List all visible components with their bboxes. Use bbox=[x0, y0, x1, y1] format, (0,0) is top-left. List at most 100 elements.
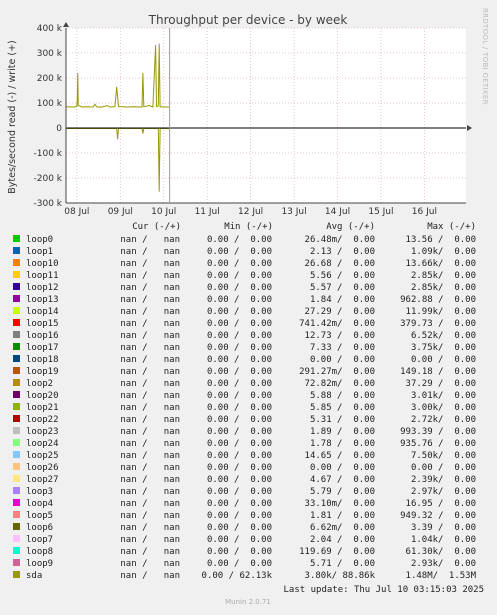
legend-header-avg: Avg (-/+) bbox=[326, 222, 375, 232]
legend-cur-loop3: nan / nan bbox=[120, 487, 180, 497]
legend-swatch-loop2 bbox=[13, 379, 20, 386]
x-tick-label: 10 Jul bbox=[151, 207, 176, 217]
legend-avg-loop19: 291.27m/ 0.00 bbox=[299, 367, 375, 377]
legend-cur-loop2: nan / nan bbox=[120, 379, 180, 389]
legend-name-loop17: loop17 bbox=[26, 343, 59, 353]
legend-avg-loop21: 5.85 / 0.00 bbox=[310, 403, 375, 413]
legend-min-loop18: 0.00 / 0.00 bbox=[207, 355, 272, 365]
legend-max-loop9: 2.93k/ 0.00 bbox=[411, 559, 476, 569]
legend-name-loop12: loop12 bbox=[26, 283, 59, 293]
legend-avg-loop25: 14.65 / 0.00 bbox=[305, 451, 375, 461]
legend-min-loop1: 0.00 / 0.00 bbox=[207, 247, 272, 257]
legend-name-loop22: loop22 bbox=[26, 415, 59, 425]
y-tick-label: 300 k bbox=[37, 49, 63, 59]
legend-header-cur: Cur (-/+) bbox=[132, 222, 181, 232]
legend-max-loop23: 993.39 / 0.00 bbox=[400, 427, 476, 437]
y-tick-label: 100 k bbox=[37, 99, 63, 109]
legend-cur-loop16: nan / nan bbox=[120, 331, 180, 341]
legend-min-loop24: 0.00 / 0.00 bbox=[207, 439, 272, 449]
legend-cur-loop1: nan / nan bbox=[120, 247, 180, 257]
legend-cur-loop13: nan / nan bbox=[120, 295, 180, 305]
legend-avg-loop15: 741.42m/ 0.00 bbox=[299, 319, 375, 329]
legend: Cur (-/+) Min (-/+) Avg (-/+) Max (-/+) loop… bbox=[13, 222, 477, 581]
legend-cur-loop5: nan / nan bbox=[120, 511, 180, 521]
legend-avg-sda: 3.80k/ 88.86k bbox=[305, 571, 376, 581]
chart-svg: Throughput per device - by week RRDTOOL … bbox=[7, 8, 489, 606]
legend-name-loop6: loop6 bbox=[26, 523, 53, 533]
x-tick-label: 14 Jul bbox=[325, 207, 350, 217]
legend-name-loop19: loop19 bbox=[26, 367, 59, 377]
legend-avg-loop27: 4.67 / 0.00 bbox=[310, 475, 375, 485]
legend-min-loop22: 0.00 / 0.00 bbox=[207, 415, 272, 425]
legend-min-loop6: 0.00 / 0.00 bbox=[207, 523, 272, 533]
legend-cur-loop10: nan / nan bbox=[120, 259, 180, 269]
legend-cur-loop21: nan / nan bbox=[120, 403, 180, 413]
legend-cur-loop23: nan / nan bbox=[120, 427, 180, 437]
legend-cur-loop27: nan / nan bbox=[120, 475, 180, 485]
legend-swatch-loop4 bbox=[13, 499, 20, 506]
x-tick-label: 12 Jul bbox=[238, 207, 263, 217]
legend-avg-loop24: 1.78 / 0.00 bbox=[310, 439, 375, 449]
legend-swatch-sda bbox=[13, 571, 20, 578]
legend-header-max: Max (-/+) bbox=[427, 222, 476, 232]
legend-name-loop20: loop20 bbox=[26, 391, 59, 401]
legend-avg-loop26: 0.00 / 0.00 bbox=[310, 463, 375, 473]
legend-swatch-loop24 bbox=[13, 439, 20, 446]
legend-avg-loop18: 0.00 / 0.00 bbox=[310, 355, 375, 365]
legend-swatch-loop23 bbox=[13, 427, 20, 434]
legend-max-loop21: 3.00k/ 0.00 bbox=[411, 403, 476, 413]
legend-cur-loop12: nan / nan bbox=[120, 283, 180, 293]
legend-min-loop12: 0.00 / 0.00 bbox=[207, 283, 272, 293]
legend-avg-loop9: 5.71 / 0.00 bbox=[310, 559, 375, 569]
legend-avg-loop1: 2.13 / 0.00 bbox=[310, 247, 375, 257]
legend-name-loop21: loop21 bbox=[26, 403, 59, 413]
legend-min-loop14: 0.00 / 0.00 bbox=[207, 307, 272, 317]
x-tick-label: 11 Jul bbox=[195, 207, 220, 217]
legend-min-loop13: 0.00 / 0.00 bbox=[207, 295, 272, 305]
legend-max-loop26: 0.00 / 0.00 bbox=[411, 463, 476, 473]
y-axis-label: Bytes/second read (-) / write (+) bbox=[7, 40, 18, 194]
legend-swatch-loop8 bbox=[13, 547, 20, 554]
legend-min-loop10: 0.00 / 0.00 bbox=[207, 259, 272, 269]
legend-min-loop23: 0.00 / 0.00 bbox=[207, 427, 272, 437]
legend-cur-loop6: nan / nan bbox=[120, 523, 180, 533]
legend-avg-loop10: 26.68 / 0.00 bbox=[305, 259, 375, 269]
legend-cur-loop22: nan / nan bbox=[120, 415, 180, 425]
x-tick-label: 09 Jul bbox=[108, 207, 133, 217]
legend-min-sda: 0.00 / 62.13k bbox=[202, 571, 273, 581]
x-axis-arrow bbox=[467, 125, 472, 131]
legend-name-loop23: loop23 bbox=[26, 427, 59, 437]
chart-title: Throughput per device - by week bbox=[148, 13, 348, 27]
legend-avg-loop2: 72.82m/ 0.00 bbox=[305, 379, 375, 389]
plot-background bbox=[66, 28, 466, 203]
legend-cur-loop20: nan / nan bbox=[120, 391, 180, 401]
y-tick-label: -100 k bbox=[34, 149, 63, 159]
legend-swatch-loop6 bbox=[13, 523, 20, 530]
legend-swatch-loop10 bbox=[13, 259, 20, 266]
legend-name-loop2: loop2 bbox=[26, 379, 53, 389]
legend-cur-loop14: nan / nan bbox=[120, 307, 180, 317]
legend-max-loop16: 6.52k/ 0.00 bbox=[411, 331, 476, 341]
plot-area: 08 Jul 09 Jul 10 Jul 11 Jul 12 Jul 13 Jul 14 J… bbox=[34, 22, 472, 217]
legend-name-loop1: loop1 bbox=[26, 247, 53, 257]
legend-avg-loop7: 2.04 / 0.00 bbox=[310, 535, 375, 545]
legend-avg-loop0: 26.48m/ 0.00 bbox=[305, 235, 375, 245]
legend-swatch-loop13 bbox=[13, 295, 20, 302]
legend-cur-loop18: nan / nan bbox=[120, 355, 180, 365]
legend-max-loop4: 16.95 / 0.00 bbox=[406, 499, 476, 509]
legend-avg-loop3: 5.79 / 0.00 bbox=[310, 487, 375, 497]
legend-cur-loop17: nan / nan bbox=[120, 343, 180, 353]
legend-max-loop11: 2.85k/ 0.00 bbox=[411, 271, 476, 281]
legend-max-loop8: 61.30k/ 0.00 bbox=[406, 547, 476, 557]
legend-avg-loop6: 6.62m/ 0.00 bbox=[310, 523, 375, 533]
legend-cur-sda: nan / nan bbox=[120, 571, 180, 581]
munin-version: Munin 2.0.71 bbox=[225, 598, 271, 606]
legend-cur-loop15: nan / nan bbox=[120, 319, 180, 329]
legend-max-loop13: 962.88 / 0.00 bbox=[400, 295, 476, 305]
legend-swatch-loop3 bbox=[13, 487, 20, 494]
legend-cur-loop26: nan / nan bbox=[120, 463, 180, 473]
x-tick-label: 08 Jul bbox=[64, 207, 89, 217]
legend-cur-loop8: nan / nan bbox=[120, 547, 180, 557]
legend-name-loop26: loop26 bbox=[26, 463, 59, 473]
legend-min-loop20: 0.00 / 0.00 bbox=[207, 391, 272, 401]
